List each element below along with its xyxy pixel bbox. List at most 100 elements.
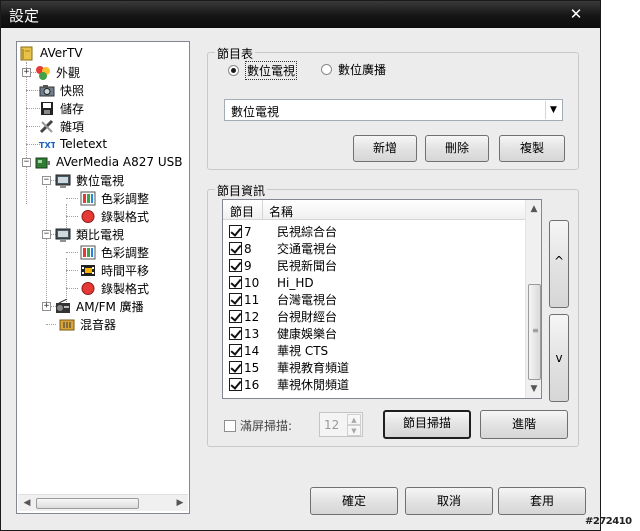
expand-icon[interactable]: + bbox=[42, 301, 51, 311]
ok-button[interactable]: 確定 bbox=[310, 487, 398, 515]
copy-button[interactable]: 複製 bbox=[499, 135, 565, 162]
program-name: 民視綜合台 bbox=[277, 225, 338, 239]
stepper-down-icon[interactable]: ▼ bbox=[347, 425, 361, 436]
title-bar[interactable]: 設定 ✕ bbox=[1, 1, 600, 28]
checkbox-checked-icon[interactable] bbox=[229, 361, 242, 374]
collapse-icon[interactable]: − bbox=[42, 175, 51, 185]
tree-item-label: 時間平移 bbox=[101, 263, 150, 278]
tree-item-label: 數位電視 bbox=[76, 173, 125, 188]
program-name: 交通電視台 bbox=[277, 242, 338, 256]
radio-label: 數位電視 bbox=[245, 61, 298, 80]
checkbox-checked-icon[interactable] bbox=[229, 378, 242, 391]
tree-item-digital-record-format[interactable]: 錄製格式 bbox=[80, 207, 149, 225]
scroll-down-icon[interactable]: ▼ bbox=[526, 382, 541, 396]
scroll-left-icon[interactable]: ◀ bbox=[20, 497, 34, 510]
checkbox-checked-icon[interactable] bbox=[229, 310, 242, 323]
select-value: 數位電視 bbox=[231, 105, 280, 119]
chevron-down-icon[interactable]: ▼ bbox=[545, 101, 561, 119]
expand-icon[interactable]: + bbox=[22, 67, 31, 77]
move-down-button[interactable]: v bbox=[549, 314, 569, 402]
list-item[interactable]: 12 台視財經台 bbox=[223, 308, 525, 325]
radio-digital-radio[interactable]: 數位廣播 bbox=[321, 61, 386, 78]
scrollbar-thumb[interactable]: ≡ bbox=[528, 284, 541, 380]
tree-item-mixer[interactable]: 混音器 bbox=[59, 315, 116, 333]
checkbox-checked-icon[interactable] bbox=[229, 327, 242, 340]
tree-item-label: 混音器 bbox=[80, 317, 117, 332]
radio-label: 數位廣播 bbox=[338, 63, 387, 77]
apply-button[interactable]: 套用 bbox=[498, 487, 586, 515]
program-number: 11 bbox=[244, 292, 260, 307]
collapse-icon[interactable]: − bbox=[42, 229, 51, 239]
tree-item-digital-tv[interactable]: − 數位電視 bbox=[42, 171, 124, 189]
program-number: 16 bbox=[244, 377, 260, 392]
list-item[interactable]: 8 交通電視台 bbox=[223, 240, 525, 257]
list-item[interactable]: 15 華視教育頻道 bbox=[223, 359, 525, 376]
tree-item-misc[interactable]: 雜項 bbox=[39, 117, 84, 135]
checkbox-checked-icon[interactable] bbox=[229, 225, 242, 238]
tree-horizontal-scrollbar[interactable]: ◀ ▶ bbox=[18, 494, 188, 511]
tree-item-analog-tv[interactable]: − 類比電視 bbox=[42, 225, 124, 243]
tree-item-label: AVerTV bbox=[40, 46, 83, 60]
grip-icon: ≡ bbox=[532, 326, 539, 335]
list-item[interactable]: 9 民視新聞台 bbox=[223, 257, 525, 274]
tree-item-save[interactable]: 儲存 bbox=[39, 99, 84, 117]
watermark-text: #272410 bbox=[585, 516, 632, 527]
scan-count-stepper[interactable]: 12 ▲ ▼ bbox=[319, 412, 363, 437]
tree-item-snapshot[interactable]: 快照 bbox=[39, 81, 84, 99]
radio-selected-icon[interactable] bbox=[228, 65, 239, 76]
tree-item-digital-color[interactable]: 色彩調整 bbox=[80, 189, 149, 207]
list-item[interactable]: 16 華視休閒頻道 bbox=[223, 376, 525, 393]
radio-digital-tv[interactable]: 數位電視 bbox=[228, 61, 298, 80]
list-item[interactable]: 10 Hi_HD bbox=[223, 274, 525, 291]
list-item[interactable]: 14 華視 CTS bbox=[223, 342, 525, 359]
tree-item-label: AVerMedia A827 USB bbox=[56, 155, 183, 169]
settings-tree[interactable]: AVerTV + 外觀 快照 儲存 雜項 TXT Teletext − AVer… bbox=[16, 41, 190, 514]
teletext-icon: TXT bbox=[39, 137, 57, 152]
checkbox-checked-icon[interactable] bbox=[229, 242, 242, 255]
program-name: 民視新聞台 bbox=[277, 259, 338, 273]
delete-button[interactable]: 刪除 bbox=[425, 135, 489, 162]
tree-item-timeshift[interactable]: 時間平移 bbox=[80, 261, 149, 279]
tree-item-avermedia-device[interactable]: − AVerMedia A827 USB bbox=[22, 153, 182, 171]
stepper-up-icon[interactable]: ▲ bbox=[347, 414, 361, 425]
scroll-right-icon[interactable]: ▶ bbox=[173, 497, 187, 510]
list-item[interactable]: 13 健康娛樂台 bbox=[223, 325, 525, 342]
program-number: 9 bbox=[244, 258, 252, 273]
tree-item-label: 色彩調整 bbox=[101, 191, 150, 206]
collapse-icon[interactable]: − bbox=[22, 157, 31, 167]
tree-item-label: 錄製格式 bbox=[101, 209, 150, 224]
program-list[interactable]: 節目 名稱 7 民視綜合台 8 交通電視台 9 民視新聞台 10 Hi_HD 1… bbox=[222, 199, 542, 399]
tree-item-avertv[interactable]: AVerTV bbox=[19, 44, 83, 62]
list-item[interactable]: 7 民視綜合台 bbox=[223, 223, 525, 240]
checkbox-checked-icon[interactable] bbox=[229, 259, 242, 272]
scrollbar-thumb[interactable] bbox=[36, 498, 139, 509]
checkbox-unchecked-icon[interactable] bbox=[224, 419, 236, 432]
tree-item-teletext[interactable]: TXT Teletext bbox=[39, 135, 107, 153]
move-up-button[interactable]: ^ bbox=[549, 220, 569, 308]
tree-item-am-fm-radio[interactable]: + AM/FM 廣播 bbox=[42, 297, 144, 315]
close-icon[interactable]: ✕ bbox=[563, 5, 589, 23]
list-vertical-scrollbar[interactable]: ▲ ≡ ▼ bbox=[525, 200, 541, 398]
program-name: 華視教育頻道 bbox=[277, 361, 350, 375]
tree-item-appearance[interactable]: + 外觀 bbox=[22, 63, 80, 81]
tree-item-analog-color[interactable]: 色彩調整 bbox=[80, 243, 149, 261]
fullscreen-scan-checkbox[interactable]: 滿屏掃描: bbox=[224, 417, 292, 434]
channel-scan-button[interactable]: 節目掃描 bbox=[383, 410, 471, 439]
checkbox-checked-icon[interactable] bbox=[229, 293, 242, 306]
program-table-select[interactable]: 數位電視 ▼ bbox=[224, 99, 563, 121]
mixer-icon bbox=[59, 317, 75, 332]
add-button[interactable]: 新增 bbox=[353, 135, 417, 162]
list-item[interactable]: 11 台灣電視台 bbox=[223, 291, 525, 308]
checkbox-checked-icon[interactable] bbox=[229, 276, 242, 289]
scroll-up-icon[interactable]: ▲ bbox=[526, 202, 541, 216]
radio-unselected-icon[interactable] bbox=[321, 64, 332, 75]
advanced-button[interactable]: 進階 bbox=[480, 410, 568, 439]
tree-item-analog-record-format[interactable]: 錄製格式 bbox=[80, 279, 149, 297]
column-header-number[interactable]: 節目 bbox=[230, 203, 254, 220]
checkbox-checked-icon[interactable] bbox=[229, 344, 242, 357]
cancel-button[interactable]: 取消 bbox=[405, 487, 493, 515]
program-number: 8 bbox=[244, 241, 252, 256]
program-number: 12 bbox=[244, 309, 260, 324]
column-header-name[interactable]: 名稱 bbox=[269, 203, 293, 220]
checkbox-label: 滿屏掃描: bbox=[240, 419, 293, 433]
